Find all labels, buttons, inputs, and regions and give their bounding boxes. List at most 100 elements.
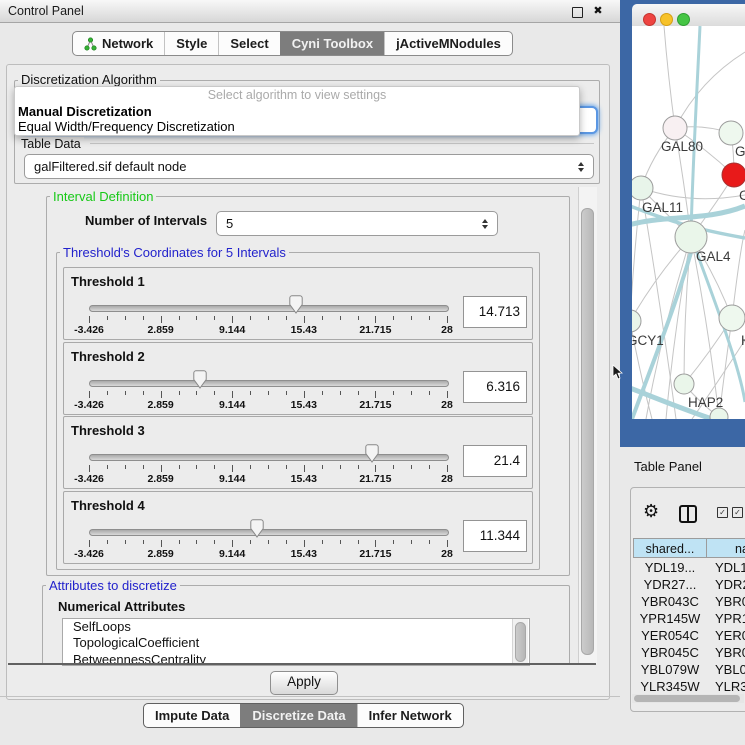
attributes-list-scrollbar-thumb[interactable]: [515, 622, 526, 662]
threshold-1-slider-thumb[interactable]: [289, 295, 303, 314]
cell-name[interactable]: YDL1: [707, 559, 745, 576]
cell-name[interactable]: YBR0: [707, 644, 745, 661]
table-hscrollbar-thumb[interactable]: [634, 695, 740, 702]
cell-shared-name[interactable]: YBR045C: [633, 644, 707, 661]
close-traffic-light-icon[interactable]: [643, 13, 656, 26]
table-data-combobox[interactable]: galFiltered.sif default node: [24, 154, 594, 179]
cell-shared-name[interactable]: YER054C: [633, 627, 707, 644]
cell-name[interactable]: YBR0: [707, 593, 745, 610]
slider-tick: [375, 465, 376, 472]
network-window-titlebar[interactable]: [632, 4, 745, 27]
slider-tick: [89, 540, 90, 547]
node-gal80[interactable]: [663, 116, 687, 140]
cell-name[interactable]: YLR3: [707, 678, 745, 694]
slider-tick: [125, 540, 126, 544]
threshold-2-slider-track[interactable]: [89, 380, 449, 387]
settings-scrollbar-thumb[interactable]: [581, 208, 594, 655]
table-horizontal-scrollbar[interactable]: [632, 694, 744, 703]
cell-shared-name[interactable]: YPR145W: [633, 610, 707, 627]
table-row[interactable]: YLR345WYLR3: [633, 678, 745, 694]
threshold-2-panel: Threshold 2 -3.4262.8599.14415.4321.7152…: [63, 342, 533, 415]
table-row[interactable]: YBR045CYBR0: [633, 644, 745, 661]
tab-network[interactable]: Network: [73, 32, 164, 55]
slider-tick: [447, 391, 448, 398]
app-screen: Control Panel ✖ Network Style Select Cyn…: [0, 0, 745, 745]
interval-definition-group-label: Interval Definition: [50, 189, 156, 204]
slider-tick: [250, 316, 251, 320]
slider-tick: [214, 465, 215, 469]
slider-tick: [358, 540, 359, 544]
slider-tick: [179, 540, 180, 544]
table-row[interactable]: YDL19...YDL1: [633, 559, 745, 576]
node-hap2[interactable]: [674, 374, 694, 394]
cell-name[interactable]: YER0: [707, 627, 745, 644]
cell-shared-name[interactable]: YDR27...: [633, 576, 707, 593]
tab-select[interactable]: Select: [218, 32, 279, 55]
zoom-traffic-light-icon[interactable]: [677, 13, 690, 26]
node-red-selected[interactable]: [722, 163, 745, 187]
slider-tick-label: 2.859: [136, 399, 186, 411]
numerical-attributes-items: SelfLoopsTopologicalCoefficientBetweenne…: [63, 619, 529, 666]
tab-style[interactable]: Style: [164, 32, 218, 55]
attribute-list-item[interactable]: SelfLoops: [63, 619, 529, 635]
table-row[interactable]: YDR27...YDR2: [633, 576, 745, 593]
tab-discretize-data[interactable]: Discretize Data: [240, 704, 356, 727]
threshold-2-slider-thumb[interactable]: [193, 370, 207, 389]
minimize-traffic-light-icon[interactable]: [660, 13, 673, 26]
table-row[interactable]: YBR043CYBR0: [633, 593, 745, 610]
threshold-1-value-field[interactable]: 14.713: [463, 296, 527, 328]
slider-tick-label: 9.144: [207, 548, 257, 560]
node-gal11[interactable]: [632, 176, 653, 200]
table-row[interactable]: YPR145WYPR1: [633, 610, 745, 627]
network-canvas[interactable]: GAL80 GA C GAL11 GAL4 GCY1 H HAP2: [632, 26, 745, 419]
slider-tick: [429, 465, 430, 469]
numerical-attributes-list[interactable]: SelfLoopsTopologicalCoefficientBetweenne…: [62, 618, 530, 666]
tab-jactivemnodules[interactable]: jActiveMNodules: [384, 32, 512, 55]
threshold-1-slider-track[interactable]: [89, 305, 449, 312]
threshold-3-slider-track[interactable]: [89, 454, 449, 461]
cell-name[interactable]: YPR1: [707, 610, 745, 627]
float-window-icon[interactable]: [572, 7, 583, 18]
slider-tick: [250, 391, 251, 395]
attributes-group-label: Attributes to discretize: [46, 578, 180, 593]
bottom-divider: [0, 696, 620, 697]
cell-shared-name[interactable]: YBL079W: [633, 661, 707, 678]
slider-tick: [393, 391, 394, 395]
slider-tick: [358, 391, 359, 395]
threshold-4-slider-thumb[interactable]: [250, 519, 264, 538]
column-header-shared[interactable]: shared...: [633, 538, 707, 558]
algorithm-option-manual[interactable]: Manual Discretization: [15, 104, 579, 119]
tab-cyni-toolbox[interactable]: Cyni Toolbox: [280, 32, 384, 55]
node-h[interactable]: [719, 305, 745, 331]
slider-tick: [232, 540, 233, 547]
threshold-4-value-field[interactable]: 11.344: [463, 520, 527, 552]
threshold-2-value-field[interactable]: 6.316: [463, 371, 527, 403]
table-row[interactable]: YBL079WYBL0: [633, 661, 745, 678]
number-of-intervals-combobox[interactable]: 5: [216, 211, 498, 236]
attribute-list-item[interactable]: TopologicalCoefficient: [63, 635, 529, 651]
cell-name[interactable]: YBL0: [707, 661, 745, 678]
cell-shared-name[interactable]: YBR043C: [633, 593, 707, 610]
column-checkbox-icons[interactable]: ✓ ✓: [717, 507, 745, 519]
slider-tick: [393, 316, 394, 320]
node-table-rows[interactable]: YDL19...YDL1YDR27...YDR2YBR043CYBR0YPR14…: [633, 559, 745, 694]
slider-tick: [375, 316, 376, 323]
slider-tick-label: 9.144: [207, 399, 257, 411]
gear-icon[interactable]: ⚙: [643, 501, 659, 522]
cell-name[interactable]: YDR2: [707, 576, 745, 593]
split-columns-icon[interactable]: [679, 505, 697, 523]
column-header-name[interactable]: na: [706, 538, 745, 558]
threshold-3-slider-thumb[interactable]: [365, 444, 379, 463]
cell-shared-name[interactable]: YDL19...: [633, 559, 707, 576]
node-gcy1[interactable]: [632, 310, 641, 332]
algorithm-option-equal-width[interactable]: Equal Width/Frequency Discretization: [15, 119, 579, 134]
table-row[interactable]: YER054CYER0: [633, 627, 745, 644]
cell-shared-name[interactable]: YLR345W: [633, 678, 707, 694]
threshold-3-value-field[interactable]: 21.4: [463, 445, 527, 477]
close-icon[interactable]: ✖: [590, 3, 606, 19]
node-top-right[interactable]: [719, 121, 743, 145]
threshold-4-slider-track[interactable]: [89, 529, 449, 536]
tab-infer-network[interactable]: Infer Network: [357, 704, 463, 727]
tab-impute-data[interactable]: Impute Data: [144, 704, 240, 727]
apply-button[interactable]: Apply: [270, 671, 338, 695]
